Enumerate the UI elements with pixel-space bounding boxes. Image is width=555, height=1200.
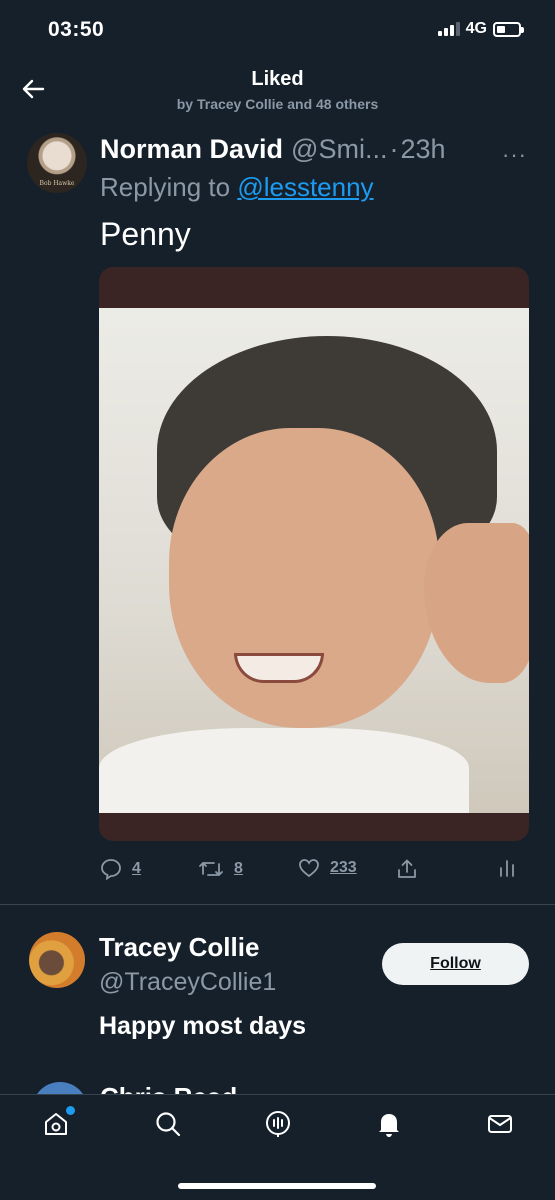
photo-face — [169, 428, 439, 728]
tweet-time: 23h — [400, 134, 446, 164]
tweet-media[interactable] — [99, 267, 529, 841]
page-subtitle: by Tracey Collie and 48 others — [176, 96, 379, 112]
home-indicator — [178, 1183, 376, 1189]
heart-icon — [299, 859, 319, 878]
page-title: Liked — [251, 68, 304, 90]
like-button[interactable]: 233 — [298, 858, 357, 878]
battery-icon — [493, 21, 524, 37]
tweet-actions: 4 8 233 — [100, 858, 525, 884]
status-time: 03:50 — [48, 18, 105, 41]
analytics-button[interactable] — [498, 858, 516, 878]
photo-shirt — [99, 728, 469, 813]
section-divider — [0, 904, 555, 905]
notification-dot — [66, 1106, 75, 1115]
tab-home[interactable] — [41, 1106, 75, 1139]
tab-messages[interactable] — [485, 1109, 515, 1139]
search-icon — [156, 1112, 181, 1137]
bell-icon — [379, 1114, 399, 1137]
author-avatar[interactable]: Bob Hawke — [27, 133, 87, 193]
battery-level — [497, 25, 505, 33]
cellular-signal-icon — [437, 22, 460, 36]
mail-icon — [488, 1115, 512, 1133]
tweet-header: Norman David @Smi... · 23h — [100, 134, 535, 165]
status-indicators: 4G — [437, 20, 524, 38]
bottom-tab-bar — [0, 1094, 555, 1200]
status-bar: 03:50 4G — [0, 0, 555, 60]
tweet-text: Penny — [100, 216, 191, 252]
reply-count: 4 — [132, 860, 141, 877]
follow-button[interactable]: Follow — [382, 943, 529, 985]
author-handle[interactable]: @Smi... — [291, 134, 387, 165]
share-button[interactable] — [396, 858, 418, 880]
tab-notifications[interactable] — [374, 1109, 404, 1139]
like-count: 233 — [330, 859, 357, 876]
user-avatar[interactable] — [29, 932, 85, 988]
reply-prefix: Replying to — [100, 172, 238, 202]
tab-search[interactable] — [153, 1109, 183, 1139]
reply-button[interactable]: 4 — [100, 858, 141, 880]
page-header: Liked by Tracey Collie and 48 others — [0, 60, 555, 120]
user-bio: Happy most days — [99, 1012, 307, 1040]
share-icon — [398, 859, 416, 878]
reply-to-link[interactable]: @lesstenny — [237, 172, 373, 202]
avatar-caption: Bob Hawke — [39, 180, 75, 187]
home-icon — [45, 1113, 67, 1135]
reply-icon — [101, 859, 121, 880]
more-options-icon[interactable]: ··· — [502, 142, 527, 168]
tab-spaces[interactable] — [263, 1109, 293, 1139]
user-handle: @TraceyCollie1 — [99, 968, 277, 996]
separator-dot: · — [389, 134, 399, 164]
user-list-item[interactable]: Tracey Collie @TraceyCollie1 Happy most … — [0, 930, 555, 1060]
reply-context: Replying to @lesstenny — [100, 172, 374, 203]
tweet-photo[interactable] — [99, 308, 529, 813]
author-name[interactable]: Norman David — [100, 134, 283, 165]
retweet-icon — [199, 862, 223, 876]
photo-hand — [424, 523, 529, 683]
network-type: 4G — [465, 20, 487, 37]
retweet-count: 8 — [234, 860, 243, 877]
spaces-icon — [266, 1111, 290, 1137]
retweet-button[interactable]: 8 — [198, 858, 243, 880]
user-name: Tracey Collie — [99, 932, 260, 962]
analytics-icon — [500, 860, 514, 877]
